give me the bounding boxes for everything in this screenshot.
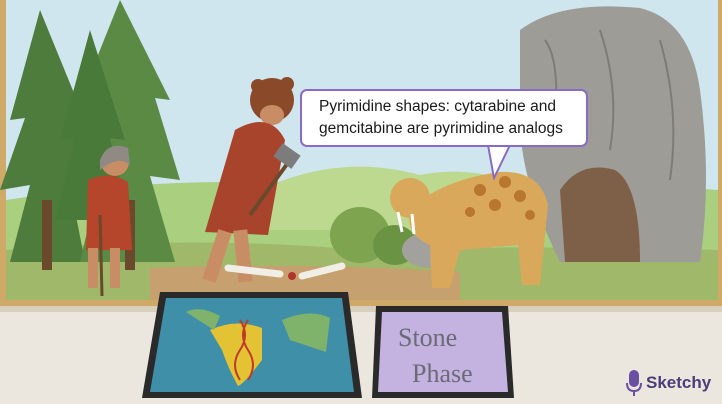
brand-logo: Sketchy xyxy=(626,368,711,398)
plaque-text-layer: Stone Phase xyxy=(398,323,473,388)
callout-line-2: gemcitabine are pyrimidine analogs xyxy=(319,120,563,137)
callout-tail xyxy=(486,144,512,180)
plaque-line-1: Stone xyxy=(398,323,457,352)
microphone-icon xyxy=(626,370,642,396)
brand-name: Sketchy xyxy=(646,373,712,392)
diorama-illustration xyxy=(0,0,722,404)
annotation-callout: Pyrimidine shapes: cytarabine and gemcit… xyxy=(300,89,588,147)
museum-diorama-scene: Stone Phase Pyrimidine shapes: cytarabin… xyxy=(0,0,722,404)
plaque-line-2: Phase xyxy=(412,359,473,388)
callout-line-1: Pyrimidine shapes: cytarabine and xyxy=(319,98,556,115)
map-display xyxy=(142,292,362,398)
display-shelf xyxy=(0,310,722,404)
